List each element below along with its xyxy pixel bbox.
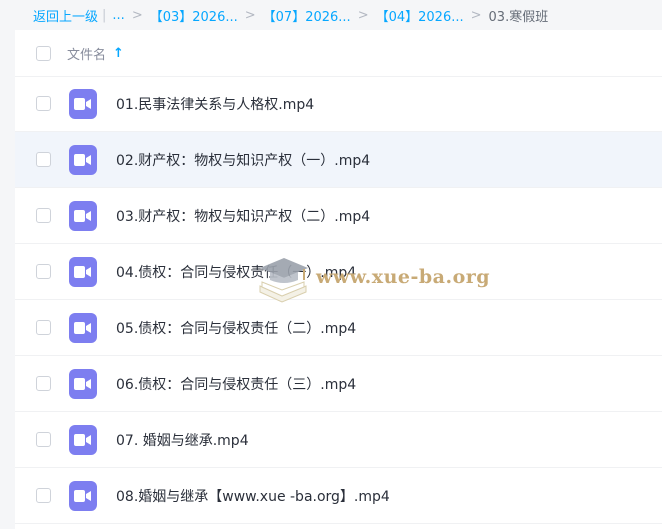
breadcrumb-divider: | [102,7,107,23]
chevron-right-icon: > [244,7,256,23]
arrow-up-icon: ↑ [113,45,124,61]
row-checkbox[interactable] [36,376,51,391]
select-all-checkbox[interactable] [36,45,51,61]
video-file-icon [69,200,97,231]
file-name[interactable]: 01.民事法律关系与人格权.mp4 [116,94,314,114]
file-row[interactable]: 03.财产权：物权与知识产权（二）.mp4 [15,188,662,244]
file-name[interactable]: 07. 婚姻与继承.mp4 [116,430,249,450]
row-checkbox[interactable] [36,264,51,279]
row-checkbox[interactable] [36,208,51,223]
breadcrumb: 返回上一级 | ... > 【03】2026... > 【07】2026... … [0,0,662,30]
video-file-icon [69,424,97,455]
file-name[interactable]: 02.财产权：物权与知识产权（一）.mp4 [116,150,370,170]
file-row[interactable]: 01.民事法律关系与人格权.mp4 [15,76,662,132]
video-file-icon [69,256,97,287]
breadcrumb-current: 03.寒假班 [488,9,549,25]
file-name[interactable]: 05.债权：合同与侵权责任（二）.mp4 [116,318,356,338]
row-checkbox[interactable] [36,320,51,335]
chevron-right-icon: > [357,7,369,23]
list-header: 文件名 ↑ [15,30,662,77]
file-name[interactable]: 06.债权：合同与侵权责任（三）.mp4 [116,374,356,394]
video-file-icon [69,88,97,119]
file-row[interactable]: 08.婚姻与继承【www.xue -ba.org】.mp4 [15,468,662,524]
file-row[interactable]: 02.财产权：物权与知识产权（一）.mp4 [15,132,662,188]
column-name-label: 文件名 [67,47,107,63]
row-checkbox[interactable] [36,432,51,447]
breadcrumb-item[interactable]: 【04】2026... [376,6,464,25]
row-checkbox[interactable] [36,488,51,503]
file-name[interactable]: 08.婚姻与继承【www.xue -ba.org】.mp4 [116,486,390,506]
video-file-icon [69,368,97,399]
video-file-icon [69,480,97,511]
file-name[interactable]: 04.债权：合同与侵权责任（一）.mp4 [116,262,356,282]
file-row[interactable]: 05.债权：合同与侵权责任（二）.mp4 [15,300,662,356]
file-row[interactable]: 04.债权：合同与侵权责任（一）.mp4 [15,244,662,300]
file-list: 文件名 ↑ 01.民事法律关系与人格权.mp4 02.财产权：物权与知识产权（一… [15,30,662,529]
video-file-icon [69,144,97,175]
sort-by-name-button[interactable]: 文件名 ↑ [67,44,124,63]
breadcrumb-item[interactable]: 【03】2026... [150,6,238,25]
breadcrumb-ellipsis[interactable]: ... [112,8,124,23]
row-checkbox[interactable] [36,152,51,167]
back-link[interactable]: 返回上一级 [33,6,98,25]
file-row[interactable]: 06.债权：合同与侵权责任（三）.mp4 [15,356,662,412]
breadcrumb-item[interactable]: 【07】2026... [263,6,351,25]
file-name[interactable]: 03.财产权：物权与知识产权（二）.mp4 [116,206,370,226]
chevron-right-icon: > [470,7,482,23]
video-file-icon [69,312,97,343]
file-row[interactable]: 07. 婚姻与继承.mp4 [15,412,662,468]
chevron-right-icon: > [131,7,143,23]
row-checkbox[interactable] [36,96,51,111]
